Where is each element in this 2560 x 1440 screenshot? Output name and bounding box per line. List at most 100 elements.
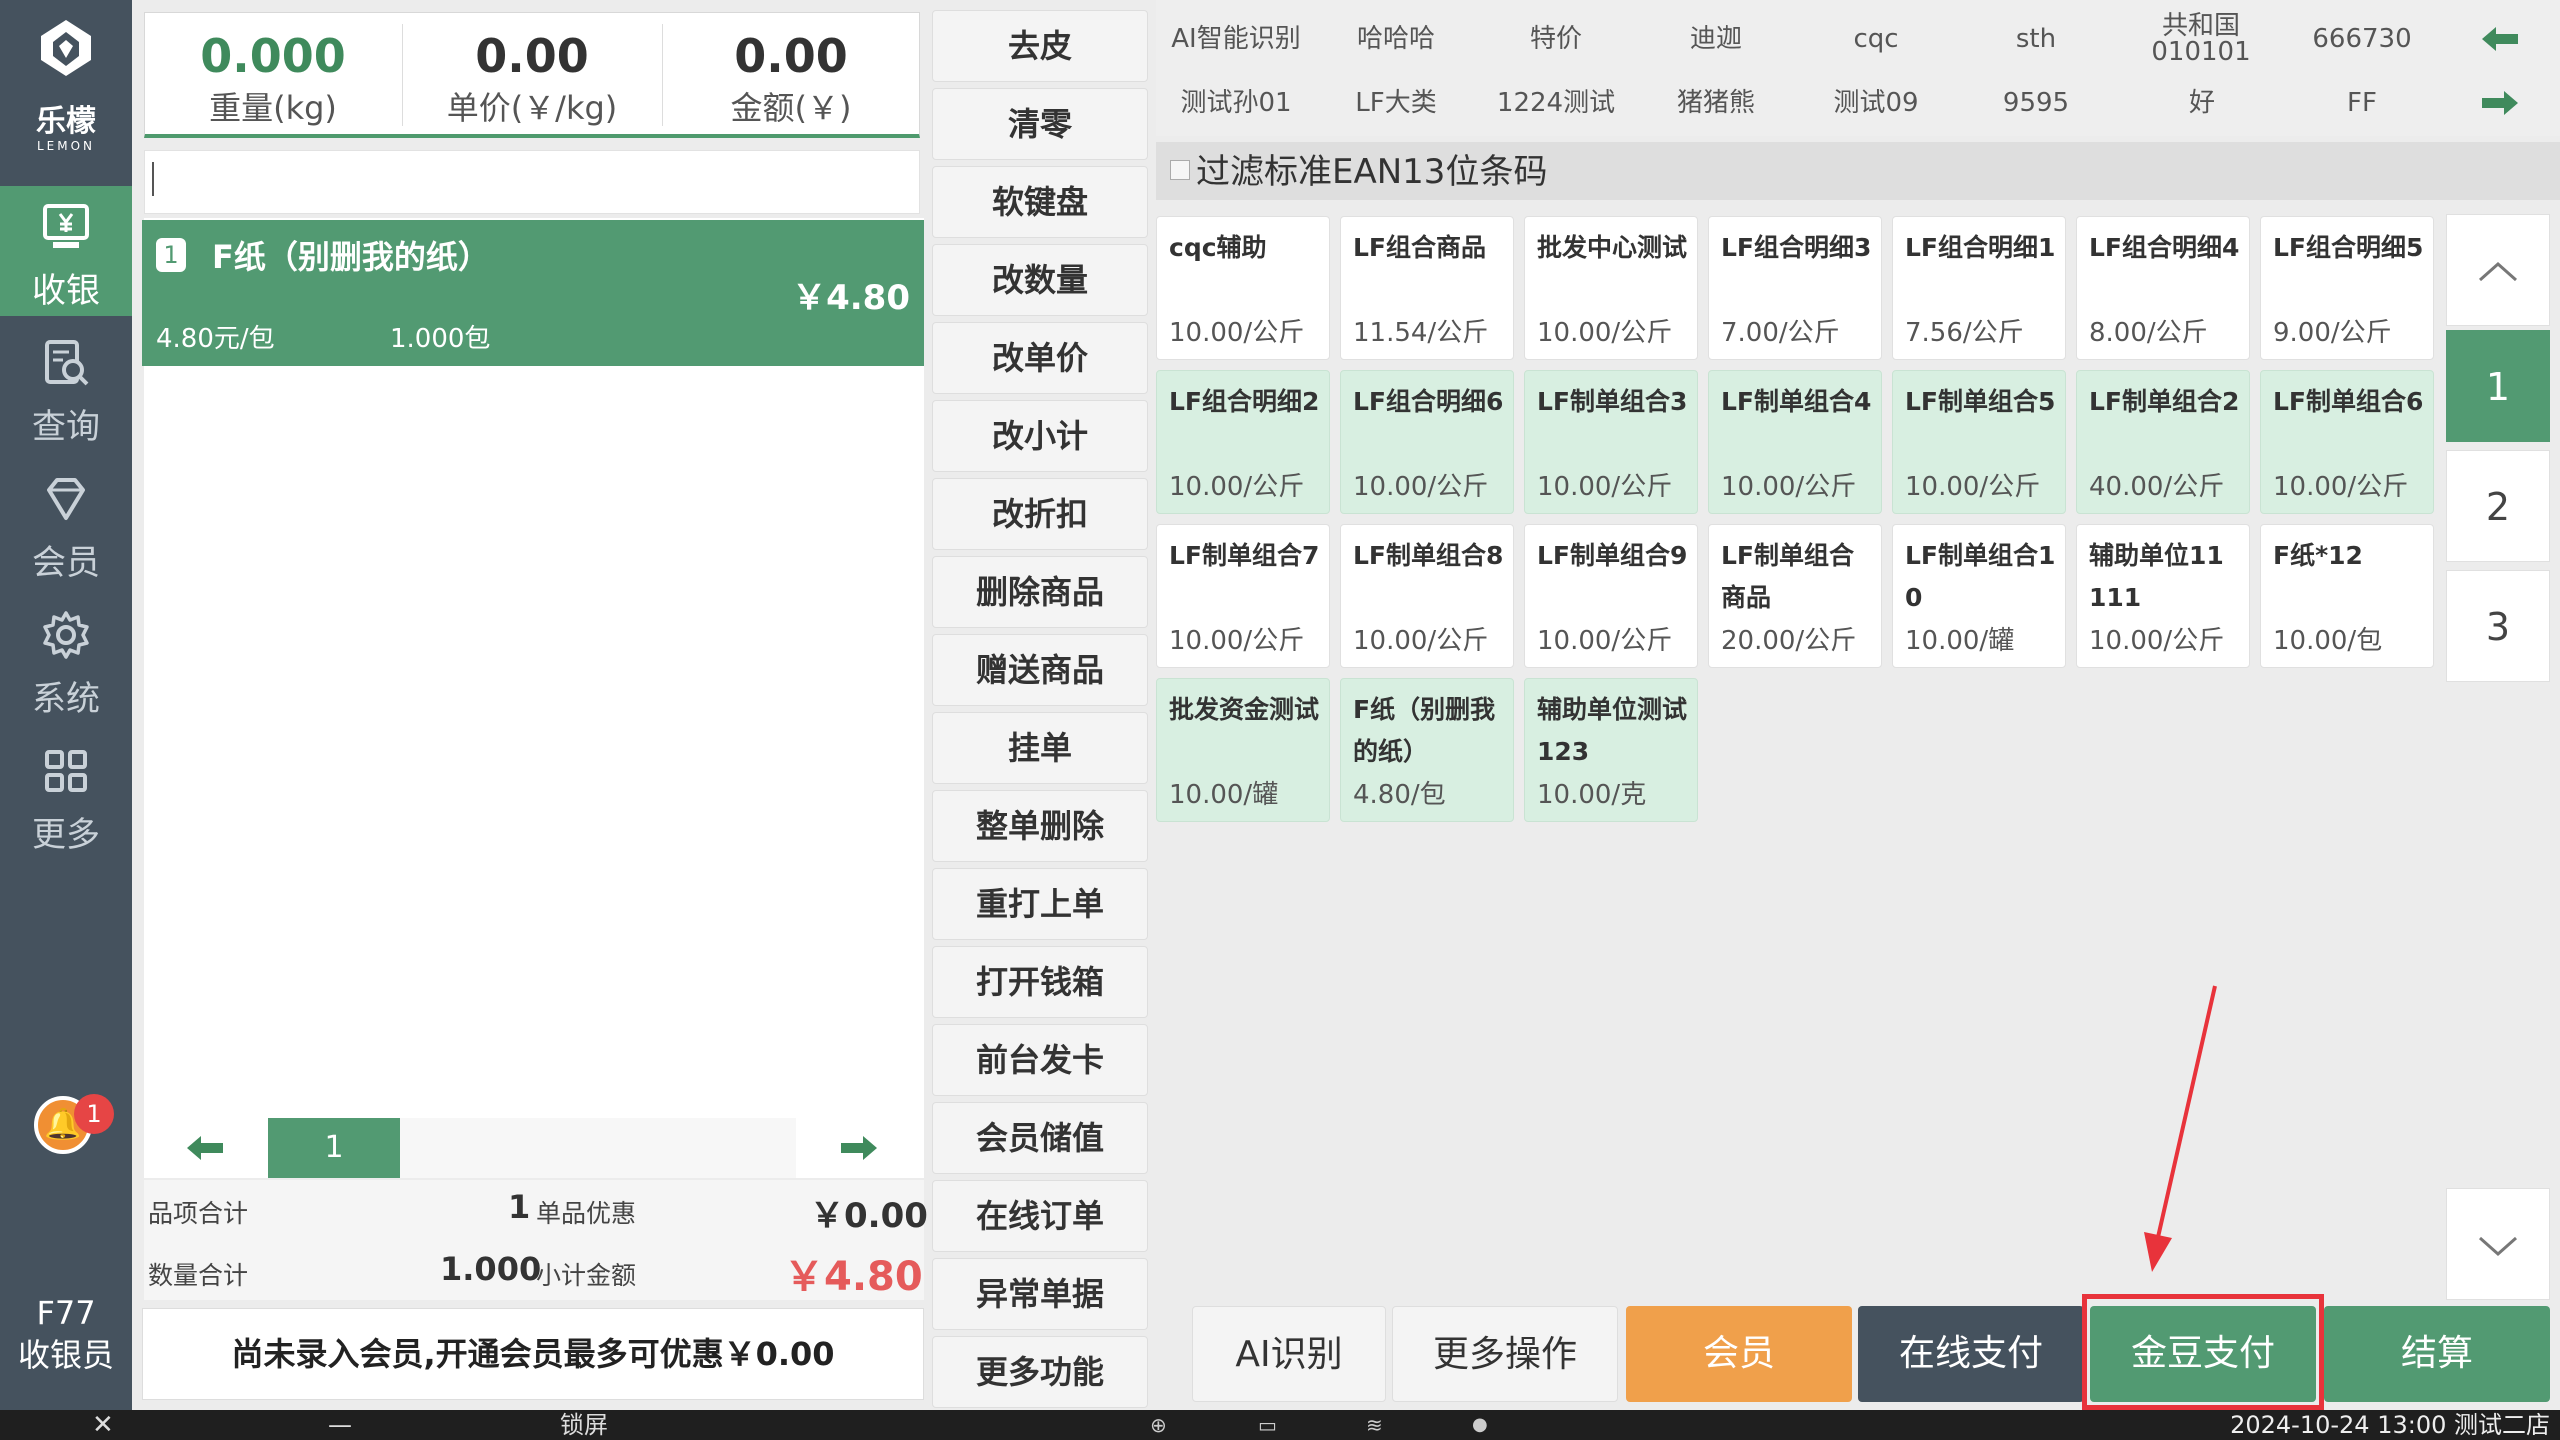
category-tab[interactable]: LF大类: [1316, 76, 1476, 130]
category-next-arrow-icon[interactable]: [2460, 76, 2540, 130]
product-card[interactable]: 辅助单位11111 10.00/公斤: [2076, 524, 2250, 668]
product-card[interactable]: LF制单组合10 10.00/罐: [1892, 524, 2066, 668]
product-card[interactable]: LF制单组合5 10.00/公斤: [1892, 370, 2066, 514]
product-card[interactable]: LF组合明细3 7.00/公斤: [1708, 216, 1882, 360]
product-page-2[interactable]: 2: [2446, 450, 2550, 562]
member-topup-button[interactable]: 会员储值: [932, 1102, 1148, 1174]
product-card[interactable]: LF制单组合4 10.00/公斤: [1708, 370, 1882, 514]
more-functions-button[interactable]: 更多功能: [932, 1336, 1148, 1408]
product-card[interactable]: F纸（别删我的纸） 4.80/包: [1340, 678, 1514, 822]
category-tab[interactable]: sth: [1956, 12, 2116, 66]
product-card[interactable]: LF组合明细2 10.00/公斤: [1156, 370, 1330, 514]
ean13-filter-checkbox[interactable]: [1170, 160, 1190, 180]
change-qty-button[interactable]: 改数量: [932, 244, 1148, 316]
product-name: LF制单组合5: [1905, 387, 2056, 416]
product-card[interactable]: cqc辅助 10.00/公斤: [1156, 216, 1330, 360]
category-tab[interactable]: 好: [2122, 76, 2282, 130]
close-icon[interactable]: ✕: [92, 1410, 114, 1440]
product-card[interactable]: LF制单组合商品 20.00/公斤: [1708, 524, 1882, 668]
sidebar-item-query[interactable]: 查询: [0, 322, 132, 452]
product-page-up-button[interactable]: [2446, 214, 2550, 326]
product-card[interactable]: LF组合明细6 10.00/公斤: [1340, 370, 1514, 514]
ean13-filter-label[interactable]: 过滤标准EAN13位条码: [1196, 150, 1547, 194]
product-price: 10.00/公斤: [1905, 472, 2041, 502]
abnormal-orders-button[interactable]: 异常单据: [932, 1258, 1148, 1330]
product-card[interactable]: LF组合明细5 9.00/公斤: [2260, 216, 2434, 360]
delete-item-button[interactable]: 删除商品: [932, 556, 1148, 628]
reprint-button[interactable]: 重打上单: [932, 868, 1148, 940]
product-card[interactable]: LF制单组合8 10.00/公斤: [1340, 524, 1514, 668]
member-button[interactable]: 会员: [1626, 1306, 1852, 1402]
more-operations-button[interactable]: 更多操作: [1392, 1306, 1618, 1402]
checkout-button[interactable]: 结算: [2324, 1306, 2550, 1402]
hold-order-button[interactable]: 挂单: [932, 712, 1148, 784]
category-tab[interactable]: AI智能识别: [1156, 12, 1316, 66]
product-card[interactable]: LF制单组合7 10.00/公斤: [1156, 524, 1330, 668]
product-card[interactable]: 辅助单位测试123 10.00/克: [1524, 678, 1698, 822]
product-card[interactable]: LF制单组合2 40.00/公斤: [2076, 370, 2250, 514]
barcode-input[interactable]: [144, 150, 920, 214]
category-tab[interactable]: 1224测试: [1476, 76, 1636, 130]
product-price: 11.54/公斤: [1353, 318, 1489, 348]
category-tab[interactable]: 迪迦: [1636, 12, 1796, 66]
change-discount-button[interactable]: 改折扣: [932, 478, 1148, 550]
product-card[interactable]: LF制单组合6 10.00/公斤: [2260, 370, 2434, 514]
sidebar-item-system[interactable]: 系统: [0, 594, 132, 724]
category-tab[interactable]: FF: [2282, 76, 2442, 130]
category-tab[interactable]: 共和国010101: [2116, 12, 2286, 66]
cart-item-unit-price: 4.80元/包: [156, 324, 275, 354]
prev-page-arrow-icon[interactable]: [144, 1118, 266, 1178]
cashier-icon: [0, 200, 132, 270]
sidebar-item-label: 收银: [32, 271, 100, 311]
product-name: LF组合明细5: [2273, 233, 2424, 262]
minimize-icon[interactable]: —: [328, 1410, 352, 1440]
product-name: LF制单组合3: [1537, 387, 1688, 416]
soft-keyboard-button[interactable]: 软键盘: [932, 166, 1148, 238]
sidebar-item-cashier[interactable]: 收银: [0, 186, 132, 316]
category-tab[interactable]: 测试09: [1796, 76, 1956, 130]
online-pay-button[interactable]: 在线支付: [1858, 1306, 2084, 1402]
product-card[interactable]: LF组合明细4 8.00/公斤: [2076, 216, 2250, 360]
product-card[interactable]: LF组合商品 11.54/公斤: [1340, 216, 1514, 360]
product-page-down-button[interactable]: [2446, 1188, 2550, 1300]
product-name: LF组合商品: [1353, 233, 1487, 262]
change-subtotal-button[interactable]: 改小计: [932, 400, 1148, 472]
online-orders-button[interactable]: 在线订单: [932, 1180, 1148, 1252]
gift-item-button[interactable]: 赠送商品: [932, 634, 1148, 706]
operator-key: F77: [36, 1294, 96, 1332]
change-price-button[interactable]: 改单价: [932, 322, 1148, 394]
sidebar-item-label: 更多: [32, 815, 100, 855]
category-prev-arrow-icon[interactable]: [2460, 12, 2540, 66]
product-price: 7.56/公斤: [1905, 318, 2024, 348]
delete-order-button[interactable]: 整单删除: [932, 790, 1148, 862]
product-card[interactable]: 批发资金测试 10.00/罐: [1156, 678, 1330, 822]
tare-button[interactable]: 去皮: [932, 10, 1148, 82]
product-card[interactable]: LF组合明细1 7.56/公斤: [1892, 216, 2066, 360]
product-card[interactable]: LF制单组合9 10.00/公斤: [1524, 524, 1698, 668]
category-tab[interactable]: 9595: [1956, 76, 2116, 130]
cart-page-number[interactable]: 1: [268, 1118, 400, 1178]
product-card[interactable]: LF制单组合3 10.00/公斤: [1524, 370, 1698, 514]
issue-card-button[interactable]: 前台发卡: [932, 1024, 1148, 1096]
product-card[interactable]: 批发中心测试 10.00/公斤: [1524, 216, 1698, 360]
member-promo-banner[interactable]: 尚未录入会员,开通会员最多可优惠￥0.00: [142, 1308, 924, 1400]
product-card[interactable]: F纸*12 10.00/包: [2260, 524, 2434, 668]
product-name: LF制单组合10: [1905, 541, 2056, 612]
zero-button[interactable]: 清零: [932, 88, 1148, 160]
category-tab[interactable]: 666730: [2282, 12, 2442, 66]
product-page-1[interactable]: 1: [2446, 330, 2550, 442]
open-drawer-button[interactable]: 打开钱箱: [932, 946, 1148, 1018]
category-tab[interactable]: 猪猪熊: [1636, 76, 1796, 130]
product-name: LF制单组合2: [2089, 387, 2240, 416]
sidebar-item-more[interactable]: 更多: [0, 730, 132, 860]
category-tab[interactable]: 哈哈哈: [1316, 12, 1476, 66]
category-tab[interactable]: 特价: [1476, 12, 1636, 66]
operator-info: F77 收银员: [0, 1292, 132, 1376]
category-tab[interactable]: 测试孙01: [1156, 76, 1316, 130]
ai-recognition-button[interactable]: AI识别: [1192, 1306, 1386, 1402]
sidebar-item-member[interactable]: 会员: [0, 458, 132, 588]
product-page-3[interactable]: 3: [2446, 570, 2550, 682]
category-tab[interactable]: cqc: [1796, 12, 1956, 66]
next-page-arrow-icon[interactable]: [798, 1118, 920, 1178]
lock-screen-button[interactable]: 锁屏: [560, 1410, 608, 1440]
